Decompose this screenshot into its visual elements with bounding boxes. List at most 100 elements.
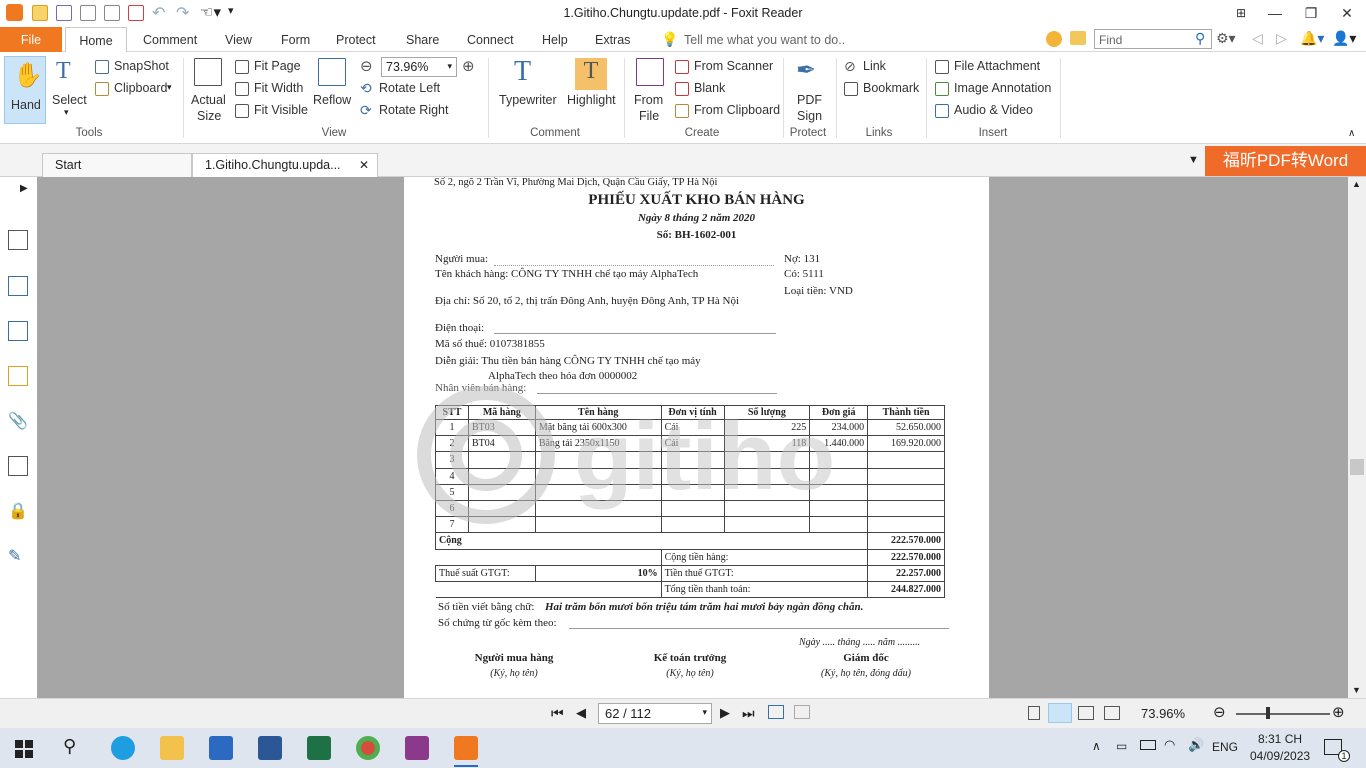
first-page-icon[interactable]: ⏮	[551, 705, 564, 722]
tab-home[interactable]: Home	[65, 27, 127, 53]
battery-icon[interactable]	[1140, 740, 1156, 750]
zoom-out-icon[interactable]: ⊖	[360, 57, 373, 75]
next-page-icon[interactable]: ▶	[720, 705, 730, 721]
typewriter-button[interactable]: T Typewriter	[496, 56, 562, 126]
hand-button[interactable]: ✋ Hand	[4, 56, 46, 124]
zoom-slider-thumb[interactable]	[1266, 707, 1270, 719]
foxit-reader-icon[interactable]	[454, 736, 478, 760]
user-icon[interactable]: 👤▾	[1332, 30, 1356, 47]
forward-icon[interactable]: ▷	[1276, 30, 1287, 47]
page-number-input[interactable]: 62 / 112 ▾	[598, 703, 712, 724]
single-page-icon[interactable]	[1028, 706, 1040, 720]
zoom-out-icon[interactable]: ⊖	[1213, 703, 1226, 721]
page-thumbnail-icon[interactable]	[8, 230, 28, 250]
tab-extras[interactable]: Extras	[595, 27, 630, 52]
document-viewer[interactable]: Số 2, ngõ 2 Trần Vĩ, Phường Mai Dịch, Qu…	[37, 177, 1348, 698]
volume-icon[interactable]: 🔊	[1188, 737, 1204, 753]
from-file-button[interactable]: From File	[630, 56, 668, 126]
fit-width-button[interactable]: Fit Width	[235, 80, 310, 98]
clock-time[interactable]: 8:31 CH	[1258, 732, 1302, 746]
certificate-icon[interactable]: ✎	[8, 546, 28, 566]
image-annotation-button[interactable]: Image Annotation	[935, 80, 1055, 98]
file-explorer-icon[interactable]	[160, 736, 184, 760]
word-icon[interactable]	[258, 736, 282, 760]
attachments-icon[interactable]: 📎	[8, 411, 28, 431]
fit-visible-button[interactable]: Fit Visible	[235, 102, 310, 120]
collapse-ribbon-icon[interactable]: ∧	[1348, 128, 1355, 139]
folder-search-icon[interactable]	[1070, 31, 1086, 45]
blank-button[interactable]: Blank	[675, 80, 780, 98]
file-attachment-button[interactable]: File Attachment	[935, 58, 1055, 76]
windows-start-icon[interactable]	[15, 740, 33, 758]
previous-view-icon[interactable]	[768, 705, 784, 719]
facing-page-icon[interactable]	[1078, 706, 1094, 720]
close-icon[interactable]: ✕	[359, 154, 369, 176]
tab-comment[interactable]: Comment	[143, 27, 197, 52]
tab-document[interactable]: 1.Gitiho.Chungtu.upda... ✕	[192, 153, 378, 177]
search-icon[interactable]: ⚲	[1195, 30, 1205, 47]
close-button[interactable]: ✕	[1338, 4, 1356, 22]
layout-icon[interactable]: ⊞	[1232, 4, 1250, 22]
expand-panel-icon[interactable]: ▶	[20, 183, 28, 194]
select-button[interactable]: T Select ▾	[50, 56, 88, 124]
tab-form[interactable]: Form	[281, 27, 310, 52]
rotate-left-button[interactable]: ⟲ Rotate Left	[360, 80, 460, 98]
chrome-icon[interactable]	[356, 736, 380, 760]
reflow-button[interactable]: Reflow	[312, 56, 352, 126]
pdf-to-word-banner[interactable]: 福昕PDF转Word	[1205, 146, 1366, 176]
layers-icon[interactable]	[8, 321, 28, 341]
actual-size-button[interactable]: Actual Size	[188, 56, 228, 126]
tab-help[interactable]: Help	[542, 27, 568, 52]
smiley-icon[interactable]	[1046, 31, 1062, 47]
bookmark-button[interactable]: Bookmark	[844, 80, 924, 98]
restore-button[interactable]: ❐	[1302, 4, 1320, 22]
scrollbar-thumb[interactable]	[1350, 459, 1364, 475]
winrar-icon[interactable]	[405, 736, 429, 760]
tab-share[interactable]: Share	[406, 27, 439, 52]
gear-icon[interactable]: ⚙▾	[1216, 30, 1236, 47]
pdf-sign-button[interactable]: ✒ PDF Sign	[790, 56, 828, 126]
wifi-icon[interactable]: ◠	[1164, 737, 1175, 753]
zoom-select[interactable]: 73.96% ▾	[381, 57, 457, 77]
language-indicator[interactable]: ENG	[1212, 740, 1238, 754]
chevron-up-icon[interactable]: ∧	[1092, 739, 1101, 753]
excel-icon[interactable]	[307, 736, 331, 760]
scroll-up-icon[interactable]: ▲	[1352, 179, 1361, 189]
highlight-button[interactable]: T Highlight	[564, 56, 618, 126]
continuous-page-icon[interactable]	[1048, 703, 1072, 723]
signature-panel-icon[interactable]	[8, 456, 28, 476]
last-page-icon[interactable]: ⏭	[742, 705, 755, 722]
zoom-in-icon[interactable]: ⊕	[462, 57, 475, 75]
from-scanner-button[interactable]: From Scanner	[675, 58, 780, 76]
search-icon[interactable]: ⚲	[63, 736, 76, 757]
back-icon[interactable]: ◁	[1252, 30, 1263, 47]
tab-file[interactable]: File	[0, 27, 62, 52]
meet-icon[interactable]: ▭	[1116, 739, 1127, 753]
clipboard-button[interactable]: Clipboard ▾	[95, 80, 180, 98]
tell-me-input[interactable]: Tell me what you want to do..	[684, 27, 845, 52]
tab-list-chevron-icon[interactable]: ▼	[1188, 154, 1199, 166]
audio-video-button[interactable]: Audio & Video	[935, 102, 1055, 120]
clock-date[interactable]: 04/09/2023	[1250, 749, 1310, 763]
snapshot-button[interactable]: SnapShot	[95, 58, 180, 76]
from-clipboard-button[interactable]: From Clipboard	[675, 102, 780, 120]
fit-page-button[interactable]: Fit Page	[235, 58, 310, 76]
minimize-button[interactable]: —	[1266, 4, 1284, 22]
lock-icon[interactable]: 🔒	[8, 501, 28, 521]
store-icon[interactable]	[209, 736, 233, 760]
tab-start[interactable]: Start	[42, 153, 192, 177]
edge-icon[interactable]	[111, 736, 135, 760]
link-button[interactable]: ⊘ Link	[844, 58, 914, 76]
bell-icon[interactable]: 🔔▾	[1300, 30, 1324, 47]
previous-page-icon[interactable]: ◀	[576, 705, 586, 721]
tab-view[interactable]: View	[225, 27, 252, 52]
zoom-slider-track[interactable]	[1236, 713, 1330, 715]
rotate-right-button[interactable]: ⟳ Rotate Right	[360, 102, 460, 120]
scroll-down-icon[interactable]: ▼	[1352, 685, 1361, 695]
comments-icon[interactable]	[8, 366, 28, 386]
vertical-scrollbar[interactable]: ▲ ▼	[1348, 177, 1366, 698]
pages-icon[interactable]	[8, 276, 28, 296]
zoom-in-icon[interactable]: ⊕	[1332, 703, 1345, 721]
tab-protect[interactable]: Protect	[336, 27, 376, 52]
tab-connect[interactable]: Connect	[467, 27, 514, 52]
